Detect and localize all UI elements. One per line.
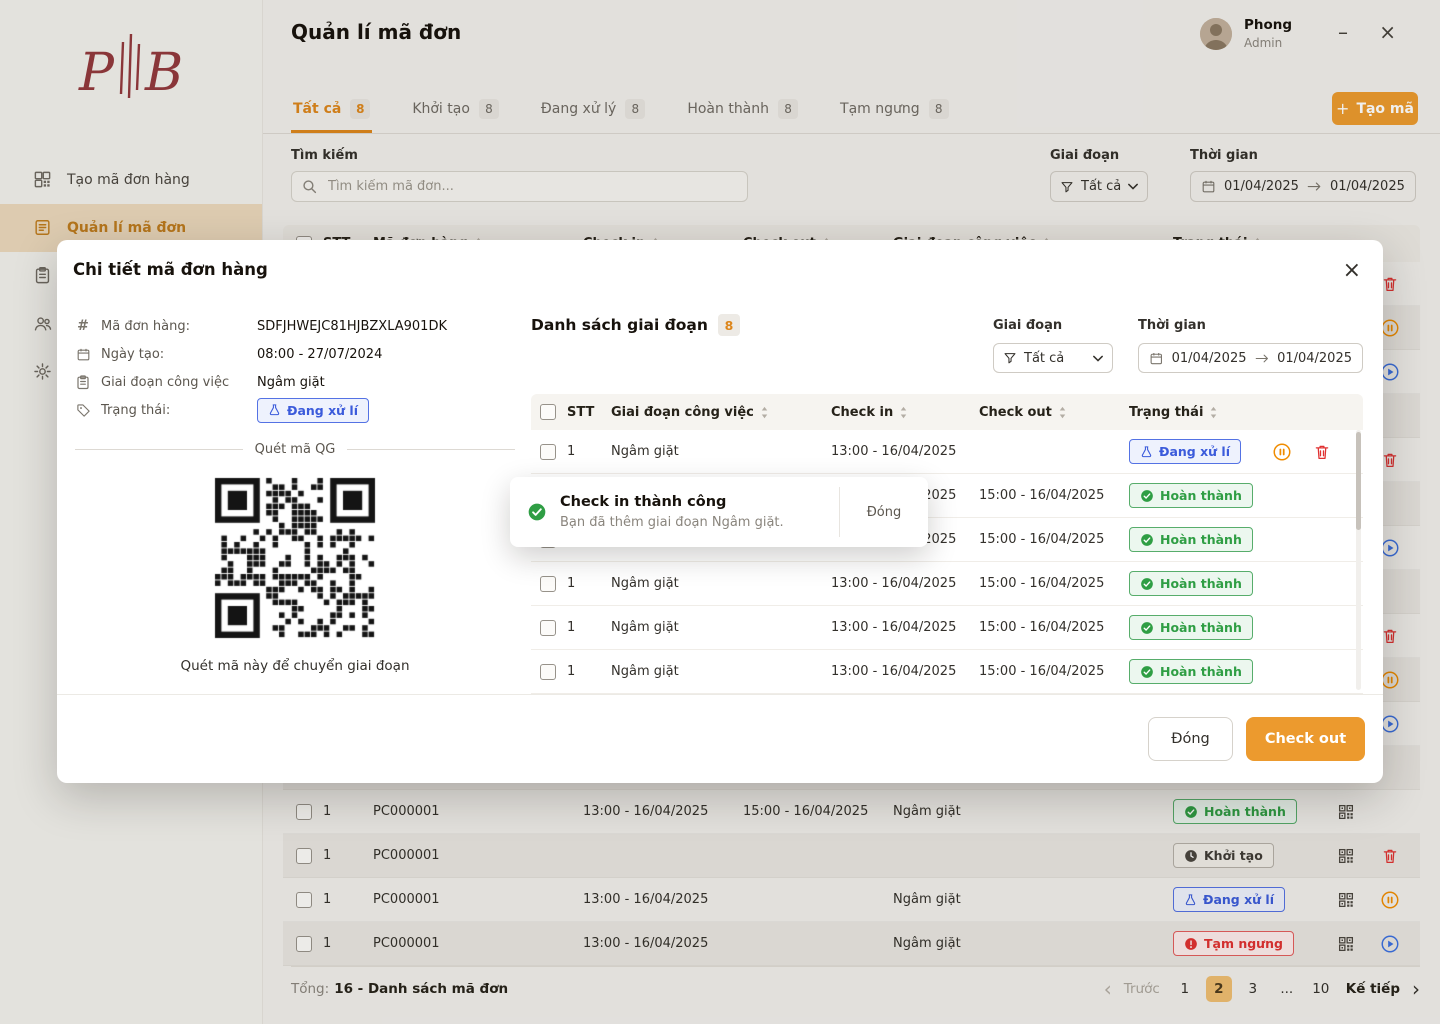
cell-stt: 1 <box>567 444 576 459</box>
detail-field-giai-doan-cong-viec: Giai đoạn công việc Ngâm giặt <box>75 368 515 396</box>
calendar-icon <box>75 347 91 362</box>
cell-checkin: 13:00 - 16/04/2025 <box>831 444 957 459</box>
modal-footer: Đóng Check out <box>57 694 1383 783</box>
modal-title: Chi tiết mã đơn hàng <box>73 260 268 279</box>
stage-row: 1 Ngâm giặt 13:00 - 16/04/2025 Đang xử lí <box>531 430 1363 474</box>
status-badge-processing: Đang xử lí <box>1129 439 1241 464</box>
cell-stage: Ngâm giặt <box>611 620 679 635</box>
toast-dismiss-button[interactable]: Đóng <box>840 505 928 520</box>
cell-stt: 1 <box>567 664 576 679</box>
row-checkbox[interactable] <box>540 619 556 636</box>
stages-select-all-checkbox[interactable] <box>540 404 556 420</box>
arrow-right-icon <box>1255 354 1268 362</box>
scrollbar-thumb[interactable] <box>1356 432 1361 530</box>
status-badge-done: Hoàn thành <box>1129 483 1253 508</box>
stage-column-checkin[interactable]: Check in <box>831 405 979 420</box>
order-detail-panel: # Mã đơn hàng: SDFJHWEJC81HJBZXLA901DK Ngày… <box>75 312 515 674</box>
sort-icon <box>1211 406 1217 418</box>
stage-column-stt: STT <box>567 404 595 420</box>
field-value: SDFJHWEJC81HJBZXLA901DK <box>257 318 447 334</box>
success-check-icon <box>527 502 547 522</box>
modal-date-to: 01/04/2025 <box>1277 350 1352 366</box>
qr-divider-label: Quét mã QG <box>254 442 336 457</box>
toast-title: Check in thành công <box>560 494 727 510</box>
detail-field-trang-thai: Trạng thái: Đang xử lí <box>75 396 515 424</box>
modal-time-filter-label: Thời gian <box>1138 318 1206 333</box>
modal-stage-filter-select[interactable]: Tất cả <box>993 343 1113 373</box>
stages-count-badge: 8 <box>717 314 740 336</box>
hash-icon: # <box>77 318 89 334</box>
cell-checkout: 15:00 - 16/04/2025 <box>979 532 1105 547</box>
stages-table-header: STT Giai đoạn công việc Check in Check out T… <box>531 394 1363 430</box>
status-badge-done: Hoàn thành <box>1129 571 1253 596</box>
cell-checkout: 15:00 - 16/04/2025 <box>979 488 1105 503</box>
cell-checkout: 15:00 - 16/04/2025 <box>979 664 1105 679</box>
tag-icon <box>75 403 91 418</box>
field-label: Mã đơn hàng: <box>101 318 190 334</box>
status-badge-done: Hoàn thành <box>1129 527 1253 552</box>
app-window: P B Tạo mã đơn hàng Quản lí mã đơn Quản l… <box>0 0 1440 1024</box>
funnel-icon <box>1004 353 1016 364</box>
stage-row: 1 Ngâm giặt 13:00 - 16/04/2025 15:00 - 16/0… <box>531 606 1363 650</box>
pause-icon[interactable] <box>1269 439 1295 465</box>
cell-checkin: 13:00 - 16/04/2025 <box>831 620 957 635</box>
row-checkbox[interactable] <box>540 443 556 460</box>
clipboard-icon <box>75 373 91 392</box>
field-label: Ngày tạo: <box>101 346 165 362</box>
detail-field-ngay-tao: Ngày tạo: 08:00 - 27/07/2024 <box>75 340 515 368</box>
cell-stt: 1 <box>567 576 576 591</box>
status-badge-processing: Đang xử lí <box>257 397 369 423</box>
stage-row: 1 Ngâm giặt 13:00 - 16/04/2025 15:00 - 16/0… <box>531 562 1363 606</box>
modal-stage-filter-label: Giai đoạn <box>993 318 1063 333</box>
modal-date-from: 01/04/2025 <box>1171 350 1247 366</box>
row-checkbox[interactable] <box>540 575 556 592</box>
cell-checkin: 13:00 - 16/04/2025 <box>831 664 957 679</box>
cell-checkout: 15:00 - 16/04/2025 <box>979 576 1105 591</box>
calendar-icon <box>1150 352 1162 364</box>
stages-scrollbar[interactable] <box>1356 430 1361 690</box>
detail-field-ma-don-hang: # Mã đơn hàng: SDFJHWEJC81HJBZXLA901DK <box>75 312 515 340</box>
trash-icon[interactable] <box>1309 439 1335 465</box>
qr-caption: Quét mã này để chuyển giai đoạn <box>180 658 410 674</box>
field-label: Trạng thái: <box>101 402 171 418</box>
stages-heading: Danh sách giai đoạn <box>531 316 708 334</box>
toast-notification: Check in thành công Bạn đã thêm giai đoạ… <box>510 477 928 547</box>
modal-date-range-picker[interactable]: 01/04/2025 01/04/2025 <box>1138 343 1363 373</box>
row-checkbox[interactable] <box>540 663 556 680</box>
modal-close-icon[interactable]: × <box>1343 258 1361 283</box>
stage-column-stage[interactable]: Giai đoạn công việc <box>611 405 831 420</box>
modal-close-button[interactable]: Đóng <box>1148 717 1233 761</box>
toast-message: Bạn đã thêm giai đoạn Ngâm giặt. <box>560 515 784 530</box>
checkout-button[interactable]: Check out <box>1246 717 1365 761</box>
stage-row: 1 Ngâm giặt 13:00 - 16/04/2025 15:00 - 16/0… <box>531 650 1363 694</box>
sort-icon <box>761 406 768 418</box>
qr-section-divider: Quét mã QG <box>75 442 515 457</box>
field-value: 08:00 - 27/07/2024 <box>257 346 383 362</box>
stage-column-checkout[interactable]: Check out <box>979 405 1129 420</box>
status-badge-done: Hoàn thành <box>1129 659 1253 684</box>
cell-checkout: 15:00 - 16/04/2025 <box>979 620 1105 635</box>
cell-checkin: 13:00 - 16/04/2025 <box>831 576 957 591</box>
qr-code <box>212 475 378 641</box>
cell-stage: Ngâm giặt <box>611 576 679 591</box>
cell-stage: Ngâm giặt <box>611 444 679 459</box>
cell-stt: 1 <box>567 620 576 635</box>
status-badge-done: Hoàn thành <box>1129 615 1253 640</box>
sort-icon <box>1059 406 1066 418</box>
sort-icon <box>900 406 907 418</box>
modal-stage-filter-value: Tất cả <box>1024 350 1065 366</box>
cell-stage: Ngâm giặt <box>611 664 679 679</box>
chevron-down-icon <box>1093 355 1103 362</box>
field-value: Ngâm giặt <box>257 374 325 390</box>
field-label: Giai đoạn công việc <box>101 374 230 390</box>
stages-table-body: 1 Ngâm giặt 13:00 - 16/04/2025 Đang xử lí 1 N… <box>531 430 1363 694</box>
stage-column-status[interactable]: Trạng thái <box>1129 405 1269 420</box>
